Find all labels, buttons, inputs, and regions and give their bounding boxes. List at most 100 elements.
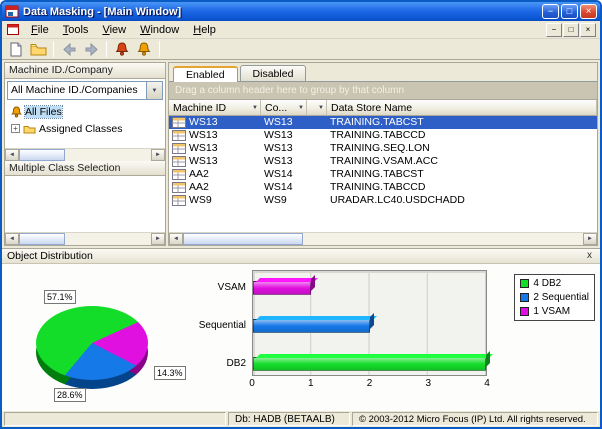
x-tick: 4 bbox=[484, 378, 490, 389]
scroll-right-icon[interactable]: ► bbox=[151, 233, 165, 245]
bar bbox=[253, 357, 486, 371]
object-distribution-title: Object Distribution bbox=[7, 250, 93, 262]
legend-swatch bbox=[520, 293, 529, 302]
toolbar bbox=[2, 39, 600, 60]
close-object-distribution-button[interactable]: x bbox=[584, 250, 595, 262]
datastore-icon bbox=[172, 143, 186, 154]
mdi-close-button[interactable]: × bbox=[580, 23, 596, 37]
toolbar-separator bbox=[159, 41, 160, 57]
grid-header: Machine ID ▼ Co... ▼ ▼ Data Store Name bbox=[169, 100, 597, 116]
open-folder-icon[interactable] bbox=[28, 40, 48, 58]
menu-file[interactable]: File bbox=[24, 23, 56, 37]
minimize-button[interactable]: − bbox=[542, 4, 559, 19]
tree-item-assigned-classes[interactable]: + Assigned Classes bbox=[5, 120, 165, 137]
category-label: VSAM bbox=[194, 282, 246, 293]
group-by-bar[interactable]: Drag a column header here to group by th… bbox=[169, 82, 597, 100]
chart-legend: 4 DB2 2 Sequential 1 VSAM bbox=[514, 274, 595, 321]
mdi-child-icon bbox=[7, 24, 21, 36]
pie-chart bbox=[36, 306, 148, 380]
folder-icon bbox=[23, 124, 36, 134]
x-tick: 0 bbox=[249, 378, 255, 389]
x-tick: 3 bbox=[425, 378, 431, 389]
tree-item-all-files[interactable]: All Files bbox=[5, 103, 165, 120]
forward-icon[interactable] bbox=[81, 40, 101, 58]
bar bbox=[253, 281, 311, 295]
legend-swatch bbox=[520, 307, 529, 316]
tab-bar: Enabled Disabled bbox=[169, 63, 597, 82]
window-title: Data Masking - [Main Window] bbox=[23, 6, 542, 18]
table-row[interactable]: WS13 WS13 TRAINING.VSAM.ACC bbox=[169, 155, 597, 168]
tree-item-label: Assigned Classes bbox=[39, 123, 122, 135]
filter-dropdown-icon[interactable]: ▼ bbox=[298, 105, 304, 111]
filter-dropdown-icon[interactable]: ▼ bbox=[318, 105, 324, 111]
maximize-button[interactable]: □ bbox=[561, 4, 578, 19]
close-button[interactable]: × bbox=[580, 4, 597, 19]
table-row[interactable]: WS13 WS13 TRAINING.TABCST bbox=[169, 116, 597, 129]
bell-icon[interactable] bbox=[134, 40, 154, 58]
pie-label-sequential: 28.6% bbox=[54, 388, 86, 402]
x-axis-ticks: 0 1 2 3 4 bbox=[252, 378, 487, 392]
tab-enabled[interactable]: Enabled bbox=[173, 66, 238, 82]
column-header-machine-id[interactable]: Machine ID ▼ bbox=[169, 100, 261, 116]
category-label: DB2 bbox=[194, 358, 246, 369]
back-icon[interactable] bbox=[59, 40, 79, 58]
toolbar-separator bbox=[106, 41, 107, 57]
column-header-blank[interactable]: ▼ bbox=[307, 100, 327, 116]
menu-window[interactable]: Window bbox=[133, 23, 186, 37]
table-row[interactable]: WS9 WS9 URADAR.LC40.USDCHADD bbox=[169, 194, 597, 207]
x-tick: 2 bbox=[367, 378, 373, 389]
bar-category-labels: VSAM Sequential DB2 bbox=[194, 270, 250, 376]
company-filter-combo[interactable]: All Machine ID./Companies ▼ bbox=[7, 81, 163, 100]
datastore-icon bbox=[172, 169, 186, 180]
new-file-icon[interactable] bbox=[6, 40, 26, 58]
scrollbar-thumb[interactable] bbox=[19, 149, 65, 161]
pie-label-db2: 57.1% bbox=[44, 290, 76, 304]
chart-area: 57.1% 28.6% 14.3% VSAM Sequential DB2 0 … bbox=[2, 264, 600, 410]
file-tree: All Files + Assigned Classes bbox=[5, 102, 165, 148]
tree-horizontal-scrollbar[interactable]: ◄ ► bbox=[5, 148, 165, 161]
mdi-restore-button[interactable]: □ bbox=[563, 23, 579, 37]
status-bar: Db: HADB (BETAALB) © 2003-2012 Micro Foc… bbox=[2, 410, 600, 427]
menu-tools[interactable]: Tools bbox=[56, 23, 96, 37]
table-row[interactable]: WS13 WS13 TRAINING.TABCCD bbox=[169, 129, 597, 142]
bar-plot-area bbox=[252, 270, 487, 376]
status-section-empty bbox=[4, 412, 226, 426]
menu-help[interactable]: Help bbox=[186, 23, 223, 37]
status-copyright: © 2003-2012 Micro Focus (IP) Ltd. All ri… bbox=[352, 412, 598, 426]
title-bar[interactable]: Data Masking - [Main Window] − □ × bbox=[2, 2, 600, 21]
table-row[interactable]: AA2 WS14 TRAINING.TABCST bbox=[169, 168, 597, 181]
column-header-company[interactable]: Co... ▼ bbox=[261, 100, 307, 116]
table-row[interactable]: WS13 WS13 TRAINING.SEQ.LON bbox=[169, 142, 597, 155]
toolbar-separator bbox=[53, 41, 54, 57]
scrollbar-thumb[interactable] bbox=[183, 233, 303, 245]
category-label: Sequential bbox=[194, 320, 246, 331]
menu-bar: File Tools View Window Help − □ × bbox=[2, 21, 600, 39]
class-list-horizontal-scrollbar[interactable]: ◄ ► bbox=[5, 232, 165, 245]
expand-icon[interactable]: + bbox=[11, 124, 20, 133]
grid-horizontal-scrollbar[interactable]: ◄ ► bbox=[169, 232, 597, 245]
combo-dropdown-icon[interactable]: ▼ bbox=[146, 82, 162, 99]
table-row[interactable]: AA2 WS14 TRAINING.TABCCD bbox=[169, 181, 597, 194]
column-header-data-store-name[interactable]: Data Store Name bbox=[327, 100, 597, 116]
scroll-left-icon[interactable]: ◄ bbox=[5, 233, 19, 245]
class-list[interactable] bbox=[5, 176, 165, 232]
datastore-panel: Enabled Disabled Drag a column header he… bbox=[168, 62, 598, 246]
scroll-right-icon[interactable]: ► bbox=[583, 233, 597, 245]
scroll-right-icon[interactable]: ► bbox=[151, 149, 165, 161]
datastore-icon bbox=[172, 195, 186, 206]
mdi-minimize-button[interactable]: − bbox=[546, 23, 562, 37]
scrollbar-thumb[interactable] bbox=[19, 233, 65, 245]
grid-body: WS13 WS13 TRAINING.TABCST WS13 WS13 TRAI… bbox=[169, 116, 597, 232]
scroll-left-icon[interactable]: ◄ bbox=[169, 233, 183, 245]
object-distribution-header: Object Distribution x bbox=[2, 249, 600, 264]
alarm-bell-icon[interactable] bbox=[112, 40, 132, 58]
filter-dropdown-icon[interactable]: ▼ bbox=[252, 105, 258, 111]
status-db: Db: HADB (BETAALB) bbox=[228, 412, 350, 426]
legend-item-sequential: 2 Sequential bbox=[520, 292, 589, 303]
class-selection-header: Multiple Class Selection bbox=[5, 161, 165, 176]
scroll-left-icon[interactable]: ◄ bbox=[5, 149, 19, 161]
menu-view[interactable]: View bbox=[95, 23, 133, 37]
machine-panel-header: Machine ID./Company bbox=[5, 63, 165, 79]
datastore-icon bbox=[172, 117, 186, 128]
tab-disabled[interactable]: Disabled bbox=[240, 65, 307, 81]
